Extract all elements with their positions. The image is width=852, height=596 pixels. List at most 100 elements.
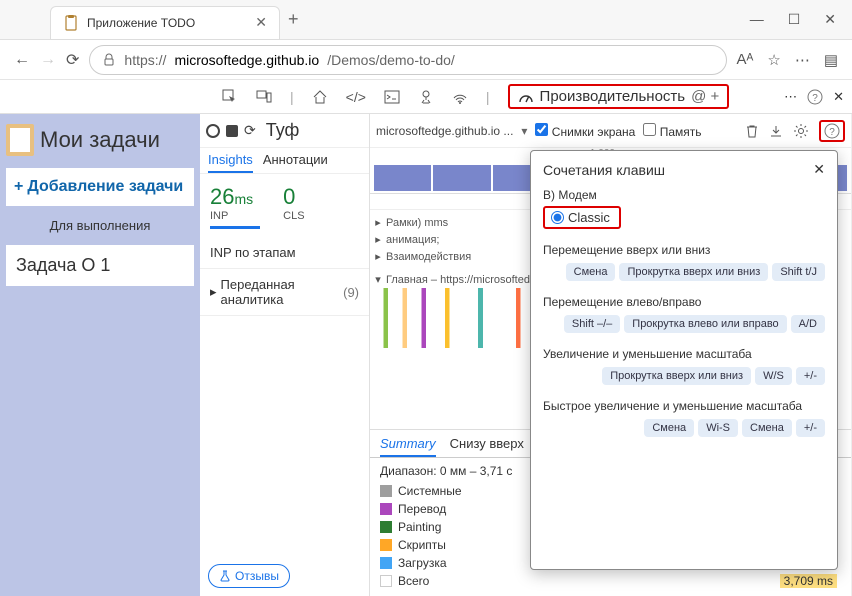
key-badge: Прокрутка вверх или вниз [619,263,768,281]
screenshot-checkbox[interactable]: Снимки экрана [535,123,635,139]
perf-record-toolbar: ⟳ Туф [200,114,369,148]
divider: | [482,87,494,107]
section-label: Для выполнения [6,214,194,237]
throttle-label[interactable]: Туф [266,120,300,141]
device-icon[interactable] [252,87,276,107]
clipboard-icon [63,15,79,31]
stop-button[interactable] [226,125,238,137]
console-icon[interactable] [380,87,404,107]
devtools-close-icon[interactable]: ✕ [833,89,844,105]
legend-swatch [380,503,392,515]
feedback-button[interactable]: Отзывы [208,564,290,588]
insight-third-party[interactable]: ▸Переданная аналитика (9) [200,269,369,316]
shortcut-row: Увеличение и уменьшение масштабаПрокрутк… [543,347,825,385]
legend-label: Bcero [398,574,429,588]
shortcut-label: Перемещение вверх или вниз [543,243,825,257]
favorite-icon[interactable]: ☆ [767,51,780,69]
forward-button: → [40,51,56,69]
devtools-help-icon[interactable]: ? [807,89,823,105]
tab-close-icon[interactable]: ✕ [255,14,267,31]
maximize-icon[interactable]: ☐ [788,11,801,28]
cls-label: CLS [283,210,304,222]
feedback-label: Отзывы [235,569,279,583]
shortcut-row: Перемещение влево/вправо Shift –/–Прокрут… [543,295,825,333]
tab-performance[interactable]: Производительность @ + [508,84,730,109]
url-path: /Demos/demo-to-do/ [327,52,455,68]
text-size-icon[interactable]: Aᴬ [737,51,754,68]
dropdown-icon[interactable]: ▾ [521,124,527,138]
sidebar-icon[interactable]: ▤ [824,51,838,69]
chevron-right-icon[interactable]: ▸ [374,233,382,246]
insight-inp-phases[interactable]: INP по этапам [200,237,369,269]
tab-bottom-up[interactable]: Снизу вверх [450,436,524,457]
legend-label: Системные [398,484,462,498]
tab-insights[interactable]: Insights [208,152,253,173]
elements-icon[interactable]: </> [342,87,370,107]
preset-classic-radio[interactable]: Classic [543,206,621,229]
track-interactions: Взаимодействия [386,251,471,263]
devtools-more-icon[interactable]: ⋯ [784,89,797,105]
task-item[interactable]: Задача О 1 [6,245,194,286]
key-badge: Shift –/– [564,315,620,333]
window-controls: — ☐ ✕ [750,11,852,28]
welcome-icon[interactable] [308,87,332,107]
key-badge: Shift t/J [772,263,825,281]
trash-icon[interactable] [745,124,759,138]
chevron-right-icon[interactable]: ▸ [374,216,382,229]
address-actions: Aᴬ ☆ ⋯ ▤ [737,51,838,69]
address-bar: ← → ⟳ https:// microsoftedge.github.io/De… [0,40,852,80]
settings-icon[interactable] [793,123,809,139]
insight-analytics-label: Переданная аналитика [221,277,340,307]
collect-icon[interactable] [769,124,783,138]
tab-annotations[interactable]: Аннотации [263,152,328,173]
memory-checkbox[interactable]: Память [643,123,701,139]
preset-value: Classic [568,210,610,225]
chevron-down-icon[interactable]: ▾ [374,273,382,286]
plus-icon: + [14,178,23,196]
url-input[interactable]: https:// microsoftedge.github.io/Demos/de… [89,45,726,75]
key-badge: A/D [791,315,825,333]
flask-icon [219,570,231,582]
preset-label: В) Модем [543,188,825,202]
shortcut-row: Быстрое увеличение и уменьшение масштаба… [543,399,825,437]
legend-label: Скрипты [398,538,446,552]
close-icon[interactable]: ✕ [813,161,825,178]
back-button[interactable]: ← [14,51,30,69]
inp-unit: ms [234,191,253,207]
cls-value: 0 [283,184,304,210]
tab-performance-badge: @ + [691,88,719,105]
browser-tab[interactable]: Приложение TODO ✕ [50,6,280,40]
perf-sub-toolbar: microsoftedge.github.io ... ▾ Снимки экр… [370,114,851,148]
key-badge: +/- [796,367,825,385]
close-window-icon[interactable]: ✕ [824,11,836,28]
reload-record-icon[interactable]: ⟳ [244,122,256,139]
legend-label: Painting [398,520,441,534]
insights-panel: ⟳ Туф Insights Аннотации 26ms INP 0 CLS … [200,114,370,596]
shortcut-label: Перемещение влево/вправо [543,295,825,309]
reload-button[interactable]: ⟳ [66,50,79,70]
new-tab-button[interactable]: + [288,9,299,30]
key-badge: Wi-S [698,419,738,437]
lock-icon [102,53,116,67]
add-task-button[interactable]: + Добавление задачи [6,168,194,206]
legend-label: Перевод [398,502,446,516]
tab-performance-label: Производительность [540,88,686,105]
url-host: microsoftedge.github.io [174,52,319,68]
legend-swatch [380,539,392,551]
minimize-icon[interactable]: — [750,11,764,28]
perf-help-button[interactable]: ? [819,120,845,142]
record-button[interactable] [206,124,220,138]
inspect-icon[interactable] [218,87,242,107]
chevron-right-icon[interactable]: ▸ [374,250,382,263]
origin-dropdown[interactable]: microsoftedge.github.io ... [376,124,513,138]
sources-icon[interactable] [414,87,438,107]
network-icon[interactable] [448,87,472,107]
track-animations: анимация; [386,234,439,246]
key-badge: Прокрутка влево или вправо [624,315,786,333]
legend-swatch [380,521,392,533]
clipboard-icon [6,124,34,156]
url-scheme: https:// [124,52,166,68]
tab-summary[interactable]: Summary [380,436,436,457]
more-icon[interactable]: ⋯ [795,51,810,69]
inp-value: 26 [210,184,234,209]
